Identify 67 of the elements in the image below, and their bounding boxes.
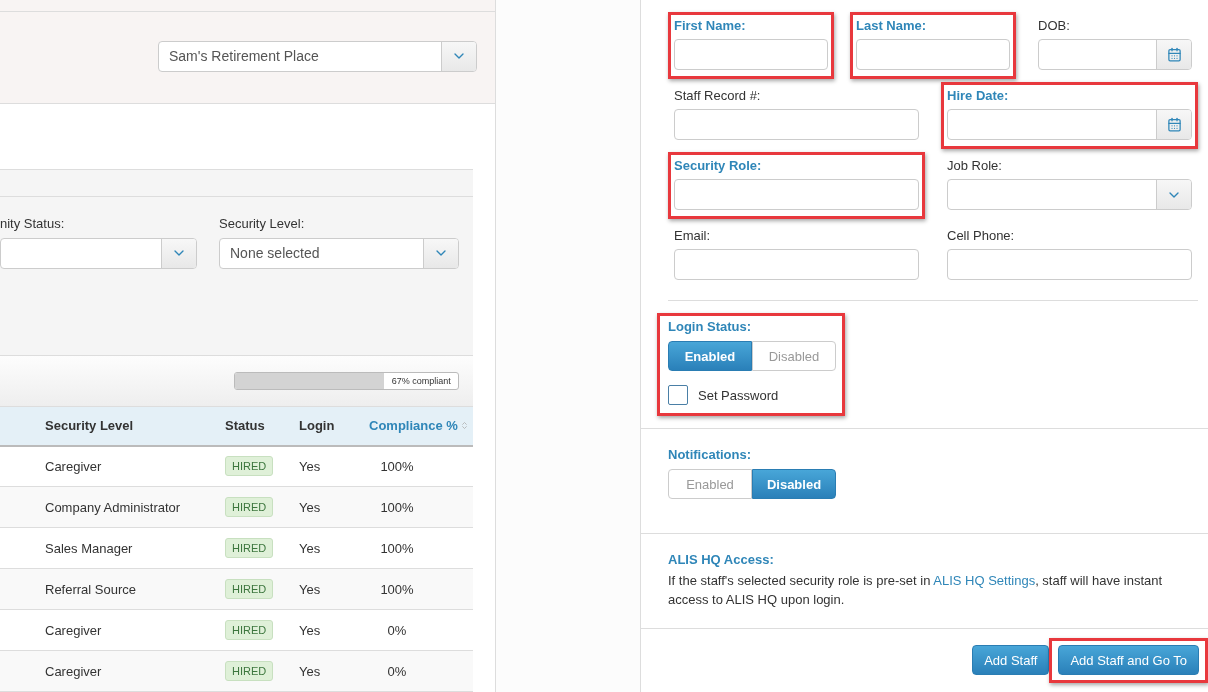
section-label: ALIS HQ Access:	[668, 552, 774, 567]
compliance-progress-bar: 67% compliant	[234, 371, 459, 390]
status-badge: HIRED	[225, 661, 274, 681]
field-label: Security Role:	[674, 158, 763, 174]
input-field[interactable]	[674, 249, 919, 280]
table-cell: Yes	[299, 622, 321, 638]
field-label: Email:	[674, 228, 712, 244]
table-cell: 100%	[380, 458, 414, 474]
input-field[interactable]	[674, 179, 919, 210]
calendar-icon	[1166, 47, 1182, 62]
filter-label: Security Level:	[219, 215, 306, 232]
column-header[interactable]: Compliance %	[369, 406, 473, 446]
field-label: DOB:	[1038, 18, 1071, 34]
table-cell: Company Administrator	[45, 499, 181, 515]
status-badge: HIRED	[225, 579, 274, 599]
table-cell: Referral Source	[45, 581, 137, 597]
field-label: First Name:	[674, 18, 747, 34]
filter-label: nity Status:	[0, 215, 66, 232]
table-cell: Yes	[299, 458, 321, 474]
toggle-button[interactable]: Enabled	[668, 469, 752, 499]
date-field[interactable]	[947, 109, 1192, 140]
column-header: Status	[225, 406, 299, 446]
input-field[interactable]	[856, 39, 1010, 70]
add-staff-button[interactable]: Add Staff and Go To	[1058, 645, 1199, 675]
table-cell: Caregiver	[45, 458, 102, 474]
table-cell: Caregiver	[45, 663, 102, 679]
date-field[interactable]	[1038, 39, 1192, 70]
table-cell: 100%	[380, 581, 414, 597]
status-badge: HIRED	[225, 456, 274, 477]
section-label: Notifications:	[668, 447, 753, 463]
table-cell: Yes	[299, 663, 321, 679]
select-field[interactable]	[947, 179, 1192, 210]
table-cell: Yes	[299, 581, 321, 597]
table-cell: 0%	[387, 622, 407, 638]
table-cell: Yes	[299, 499, 321, 515]
table-cell: 0%	[387, 663, 407, 679]
checkbox-label: Set Password	[698, 387, 779, 403]
facility-select[interactable]: Sam's Retirement Place	[158, 40, 477, 72]
add-staff-button[interactable]: Add Staff	[972, 645, 1050, 675]
field-label: Staff Record #:	[674, 88, 762, 104]
table-cell: Sales Manager	[45, 540, 133, 556]
table-cell: 100%	[380, 540, 414, 556]
filter-select[interactable]	[0, 237, 197, 269]
input-field[interactable]	[674, 109, 919, 140]
checkbox[interactable]	[668, 385, 688, 405]
field-label: Last Name:	[856, 18, 928, 34]
filter-select[interactable]: None selected	[219, 237, 459, 269]
input-field[interactable]	[674, 39, 828, 70]
status-badge: HIRED	[225, 620, 274, 640]
alis-hq-description: If the staff's selected security role is pre-set in ALIS HQ Settings, staff will have instant access to ALIS HQ upon login.	[668, 572, 1164, 609]
field-label: Hire Date:	[947, 88, 1010, 104]
field-label: Job Role:	[947, 158, 1003, 174]
calendar-icon	[1166, 117, 1182, 132]
toggle-button[interactable]: Enabled	[668, 341, 752, 371]
status-badge: HIRED	[225, 497, 274, 517]
input-field[interactable]	[947, 249, 1192, 280]
column-header: Login	[299, 406, 369, 446]
table-cell: 100%	[380, 499, 414, 515]
field-label: Cell Phone:	[947, 228, 1016, 244]
status-badge: HIRED	[225, 538, 274, 558]
table-cell: Caregiver	[45, 622, 102, 638]
toggle-button[interactable]: Disabled	[752, 341, 836, 371]
sort-icon	[459, 421, 469, 430]
toggle-button[interactable]: Disabled	[752, 469, 836, 499]
column-header: Security Level	[45, 406, 225, 446]
section-label: Login Status:	[668, 319, 753, 335]
table-cell: Yes	[299, 540, 321, 556]
